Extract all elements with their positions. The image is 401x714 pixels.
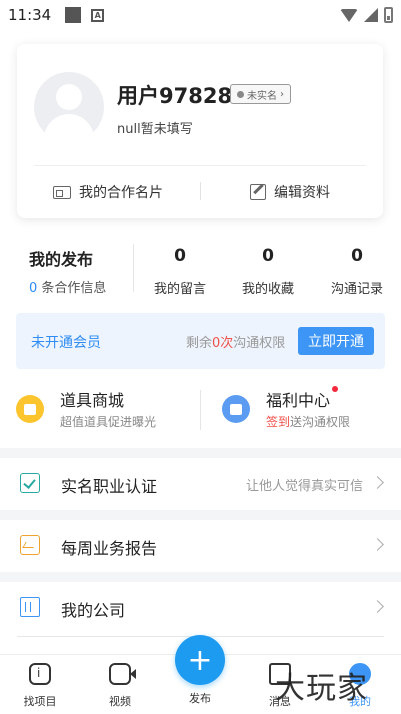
publish-button[interactable]: + — [175, 635, 225, 685]
my-publish-sub[interactable]: 0 条合作信息 — [29, 277, 106, 296]
signal-icon — [364, 8, 378, 22]
section-gap — [0, 448, 401, 458]
tab-video[interactable]: 视频 — [90, 663, 150, 709]
chevron-right-icon — [371, 600, 384, 613]
divider — [34, 165, 366, 166]
menu-item-my-company[interactable]: 我的公司 — [0, 582, 401, 634]
avatar[interactable] — [34, 72, 104, 142]
status-time: 11:34 — [8, 6, 52, 24]
username: 用户97828 — [117, 84, 233, 108]
person-icon — [237, 90, 244, 98]
welfare-center-title: 福利中心 — [266, 391, 331, 410]
shop-icon — [16, 395, 44, 423]
chevron-right-icon — [371, 538, 384, 551]
watermark: 大玩家 — [275, 671, 368, 706]
stat-favorites[interactable]: 0 我的收藏 — [228, 246, 308, 297]
company-icon — [20, 597, 40, 617]
welfare-center-sub: 签到送沟通权限 — [266, 415, 351, 429]
find-project-icon — [29, 663, 51, 685]
edit-profile-button[interactable]: 编辑资料 — [250, 182, 330, 202]
stats-section: 我的发布 0 条合作信息 0 我的留言 0 我的收藏 0 沟通记录 — [0, 244, 401, 304]
publish-label: 发布 — [189, 692, 211, 705]
vip-banner: 未开通会员 剩余0次沟通权限 立即开通 — [16, 313, 385, 369]
verify-badge-label: 未实名 — [247, 90, 277, 102]
notification-icon — [65, 7, 82, 23]
item-shop-sub: 超值道具促进曝光 — [60, 415, 157, 429]
section-gap — [0, 510, 401, 520]
tab-label: 找项目 — [23, 695, 57, 708]
notification-dot — [332, 386, 338, 392]
menu-item-label: 我的公司 — [61, 601, 126, 620]
menu-item-label: 实名职业认证 — [61, 477, 158, 496]
video-icon — [109, 663, 136, 685]
item-shop-title: 道具商城 — [60, 391, 125, 410]
section-gap — [0, 572, 401, 582]
profile-card: 用户97828 未实名 › null暂未填写 我的合作名片 编辑资料 — [17, 44, 383, 218]
stat-messages[interactable]: 0 我的留言 — [140, 246, 220, 297]
stat-contact-records[interactable]: 0 沟通记录 — [317, 246, 397, 297]
menu-item-real-name-verification[interactable]: 实名职业认证 让他人觉得真实可信 — [0, 458, 401, 510]
edit-icon — [250, 184, 266, 200]
gift-icon — [222, 395, 250, 423]
my-page: 用户97828 未实名 › null暂未填写 我的合作名片 编辑资料 我的发布 … — [0, 30, 401, 654]
wifi-icon — [340, 8, 358, 22]
cooperation-card-button[interactable]: 我的合作名片 — [53, 182, 163, 202]
vip-status: 未开通会员 — [31, 335, 101, 351]
battery-icon — [384, 7, 393, 23]
divider — [200, 390, 201, 430]
cooperation-card-label: 我的合作名片 — [79, 185, 163, 201]
my-publish-title[interactable]: 我的发布 — [29, 246, 93, 270]
app-notification-icon: A — [91, 8, 105, 22]
edit-profile-label: 编辑资料 — [274, 185, 330, 201]
divider — [200, 182, 201, 200]
menu-item-hint: 让他人觉得真实可信 — [245, 479, 363, 494]
status-bar: 11:34 A — [0, 0, 401, 30]
business-card-icon — [53, 185, 71, 199]
tab-find-project[interactable]: 找项目 — [10, 663, 70, 709]
chevron-right-icon: › — [280, 88, 284, 100]
menu-item-label: 每周业务报告 — [61, 539, 158, 558]
menu-item-weekly-report[interactable]: 每周业务报告 — [0, 520, 401, 572]
profile-subtitle: null暂未填写 — [117, 122, 193, 137]
tab-label: 视频 — [109, 695, 131, 708]
open-vip-button[interactable]: 立即开通 — [298, 327, 374, 355]
report-icon — [20, 535, 40, 555]
verify-badge[interactable]: 未实名 › — [230, 84, 291, 104]
verified-check-icon — [20, 473, 40, 493]
divider — [133, 244, 134, 292]
vip-remaining: 剩余0次沟通权限 — [186, 336, 286, 351]
chevron-right-icon — [371, 476, 384, 489]
